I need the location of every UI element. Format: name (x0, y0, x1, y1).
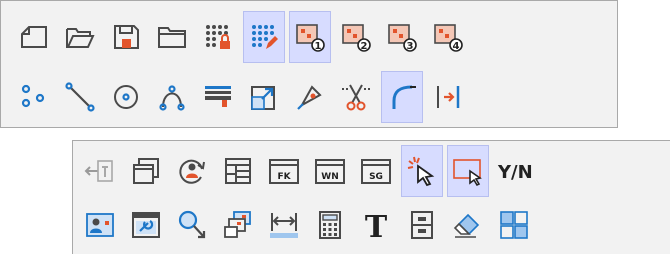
toolbar-bottom-row-2: T (79, 199, 535, 251)
select-three-button[interactable]: 3 (381, 11, 423, 63)
windows-icon (133, 158, 159, 184)
line-button[interactable] (59, 71, 101, 123)
wn-label: WN (321, 172, 338, 182)
yes-no-label: Y/N (497, 162, 533, 183)
select-four-button[interactable]: 4 (427, 11, 469, 63)
yes-no-icon: Y/N (497, 162, 533, 183)
toolbar-bottom-row-1: FK WN SG Y/N (79, 145, 535, 197)
open-folder-icon (66, 28, 95, 48)
toolbar-bottom: FK WN SG Y/N T (72, 140, 670, 254)
sg-button[interactable]: SG (355, 145, 397, 197)
sg-icon: SG (361, 159, 391, 184)
resize-button[interactable] (243, 71, 285, 123)
fk-icon: FK (269, 159, 299, 184)
eraser-icon (453, 213, 480, 238)
align-right-button[interactable] (427, 71, 469, 123)
grid-lock-button[interactable] (197, 11, 239, 63)
eraser-button[interactable] (447, 199, 489, 251)
yes-no-button[interactable]: Y/N (493, 145, 535, 197)
refresh-user-icon (179, 159, 205, 184)
select-three-icon: 3 (388, 24, 417, 52)
refresh-user-button[interactable] (171, 145, 213, 197)
select-one-badge: 1 (315, 41, 322, 52)
corner-arc-icon (392, 85, 416, 109)
calculator-icon (319, 211, 341, 239)
folder-button[interactable] (151, 11, 193, 63)
calculator-button[interactable] (309, 199, 351, 251)
window-settings-button[interactable] (125, 199, 167, 251)
text-tool-label: T (365, 210, 388, 245)
circle-button[interactable] (105, 71, 147, 123)
rect-select-button[interactable] (447, 145, 489, 197)
wn-button[interactable]: WN (309, 145, 351, 197)
back-button[interactable] (79, 145, 121, 197)
select-three-badge: 3 (407, 41, 414, 52)
window-settings-icon (132, 212, 160, 238)
save-icon (114, 25, 139, 49)
select-one-button[interactable]: 1 (289, 11, 331, 63)
stack-icon (224, 211, 251, 238)
pen-tool-button[interactable] (289, 71, 331, 123)
zoom-button[interactable] (171, 199, 213, 251)
archive-icon (411, 211, 433, 239)
curve-button[interactable] (151, 71, 193, 123)
back-icon (84, 160, 113, 182)
rect-select-icon (453, 159, 482, 187)
new-file-button[interactable] (13, 11, 55, 63)
tiles-icon (500, 211, 528, 239)
toolbar-top-row-2 (13, 71, 469, 123)
image-button[interactable] (79, 199, 121, 251)
text-icon: T (365, 210, 388, 245)
click-select-button[interactable] (401, 145, 443, 197)
fk-button[interactable]: FK (263, 145, 305, 197)
points-button[interactable] (13, 71, 55, 123)
new-file-icon (21, 26, 47, 48)
toolbar-top-row-1: 1 2 3 4 (13, 11, 469, 63)
zoom-icon (178, 210, 206, 239)
save-button[interactable] (105, 11, 147, 63)
paint-roller-icon (205, 86, 231, 107)
select-four-icon: 4 (434, 24, 463, 52)
dimension-button[interactable] (263, 199, 305, 251)
layout-icon (225, 158, 251, 184)
select-four-badge: 4 (453, 41, 460, 52)
fk-label: FK (277, 172, 291, 182)
circle-icon (114, 85, 138, 109)
windows-button[interactable] (125, 145, 167, 197)
folder-icon (158, 27, 186, 48)
line-icon (65, 82, 95, 112)
toolbar-top: 1 2 3 4 (0, 0, 618, 128)
select-two-badge: 2 (361, 41, 368, 52)
grid-lock-icon (206, 25, 230, 49)
paint-roller-button[interactable] (197, 71, 239, 123)
pen-tool-icon (297, 85, 322, 110)
grid-edit-button[interactable] (243, 11, 285, 63)
curve-icon (159, 85, 185, 111)
grid-edit-icon (252, 25, 278, 49)
select-two-icon: 2 (342, 24, 371, 52)
tiles-button[interactable] (493, 199, 535, 251)
stack-button[interactable] (217, 199, 259, 251)
layout-button[interactable] (217, 145, 259, 197)
archive-button[interactable] (401, 199, 443, 251)
click-select-icon (407, 156, 435, 187)
points-icon (21, 84, 45, 108)
sg-label: SG (369, 172, 383, 182)
open-folder-button[interactable] (59, 11, 101, 63)
resize-icon (251, 86, 275, 110)
select-one-icon: 1 (296, 24, 325, 52)
select-two-button[interactable]: 2 (335, 11, 377, 63)
align-right-icon (437, 86, 460, 108)
corner-arc-button[interactable] (381, 71, 423, 123)
dimension-icon (270, 213, 298, 238)
cut-icon (342, 84, 370, 111)
cut-button[interactable] (335, 71, 377, 123)
wn-icon: WN (315, 159, 345, 184)
text-button[interactable]: T (355, 199, 397, 251)
image-icon (86, 213, 114, 237)
